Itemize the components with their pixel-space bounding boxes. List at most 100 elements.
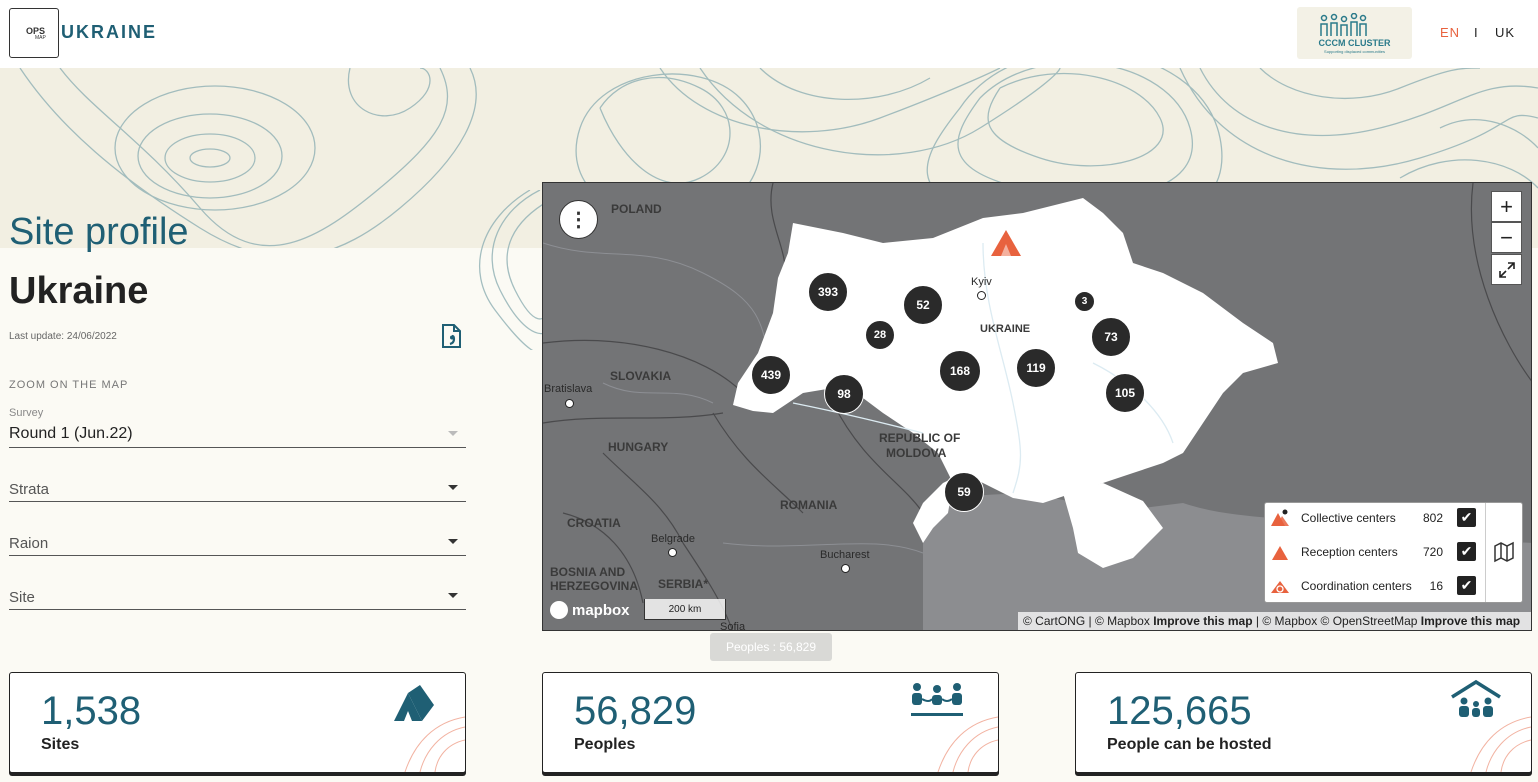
label-sofia: Sofia	[720, 621, 746, 631]
mapbox-logo-icon	[550, 601, 568, 619]
label-kyiv: Kyiv	[971, 276, 992, 288]
fullscreen-button[interactable]	[1491, 254, 1522, 285]
label-moldova-2: MOLDOVA	[886, 446, 947, 460]
legend-checkbox[interactable]: ✔	[1457, 508, 1476, 527]
attribution-text: © CartONG | © Mapbox	[1023, 614, 1150, 628]
chevron-down-icon	[448, 539, 458, 544]
legend-count: 720	[1422, 545, 1443, 559]
cluster-marker[interactable]: 168	[939, 350, 981, 392]
cluster-marker[interactable]: 73	[1091, 317, 1131, 357]
cluster-marker[interactable]: 59	[944, 472, 984, 512]
legend-label: Collective centers	[1301, 511, 1396, 525]
page-title: Site profile	[9, 211, 189, 253]
label-bratislava: Bratislava	[544, 383, 593, 395]
cluster-marker[interactable]: 98	[824, 374, 864, 414]
legend-label: Coordination centers	[1301, 579, 1412, 593]
cluster-marker[interactable]: 393	[808, 272, 848, 312]
cluster-marker[interactable]: 439	[751, 355, 791, 395]
map-legend: Collective centers 802 ✔ Reception cente…	[1264, 502, 1523, 603]
download-report-icon[interactable]	[440, 324, 462, 348]
reception-center-marker-icon[interactable]	[989, 228, 1023, 258]
zoom-in-button[interactable]: +	[1491, 191, 1522, 222]
last-update-text: Last update: 24/06/2022	[9, 331, 117, 342]
stat-value: 56,829	[574, 689, 697, 733]
strata-select[interactable]: Strata	[9, 472, 466, 502]
card-decoration	[937, 716, 998, 772]
stat-card-hosted: 125,665 People can be hosted	[1075, 672, 1532, 773]
attribution-text: | © Mapbox © OpenStreetMap	[1255, 614, 1418, 628]
cluster-marker[interactable]: 3	[1074, 291, 1095, 312]
label-hungary: HUNGARY	[608, 440, 669, 454]
cccm-figures-icon	[1320, 13, 1367, 36]
label-bosnia-2: HERZEGOVINA	[550, 579, 639, 593]
legend-divider	[1485, 503, 1486, 602]
survey-value: Round 1 (Jun.22)	[9, 425, 133, 442]
country-name: Ukraine	[9, 270, 149, 312]
label-romania: ROMANIA	[780, 498, 838, 512]
stat-label: Peoples	[574, 736, 636, 753]
lang-uk-link[interactable]: UK	[1495, 25, 1515, 40]
reception-center-icon	[1272, 546, 1288, 560]
card-decoration	[1470, 716, 1531, 772]
survey-select[interactable]: Survey Round 1 (Jun.22)	[9, 406, 466, 448]
stat-label: People can be hosted	[1107, 736, 1272, 753]
improve-map-link[interactable]: Improve this map	[1421, 614, 1520, 628]
header: OPS MAP UKRAINE CCCM CLUSTER Supporting …	[0, 0, 1538, 68]
basemap-toggle-icon[interactable]	[1493, 541, 1515, 563]
chevron-down-icon	[448, 431, 458, 436]
chevron-down-icon	[448, 593, 458, 598]
cccm-cluster-logo[interactable]: CCCM CLUSTER Supporting displaced commun…	[1297, 7, 1412, 59]
cluster-marker[interactable]: 52	[903, 285, 943, 325]
label-bucharest: Bucharest	[820, 549, 870, 561]
label-moldova-1: REPUBLIC OF	[879, 431, 961, 445]
capital-marker	[841, 564, 850, 573]
lang-en-link[interactable]: EN	[1440, 25, 1460, 40]
raion-select[interactable]: Raion	[9, 526, 466, 556]
label-bosnia-1: BOSNIA AND	[550, 565, 626, 579]
map-menu-button[interactable]: ⋮	[559, 200, 598, 239]
cluster-marker[interactable]: 119	[1016, 348, 1056, 388]
label-poland: POLAND	[611, 202, 662, 216]
legend-checkbox[interactable]: ✔	[1457, 576, 1476, 595]
label-ukraine: UKRAINE	[980, 323, 1031, 335]
map-scale: 200 km	[644, 599, 726, 620]
coordination-center-icon	[1271, 581, 1289, 593]
stat-value: 125,665	[1107, 689, 1252, 733]
legend-label: Reception centers	[1301, 545, 1398, 559]
label-serbia: SERBIA*	[658, 577, 709, 591]
card-decoration	[404, 716, 465, 772]
legend-count: 802	[1422, 511, 1443, 525]
capital-marker	[977, 291, 986, 300]
raion-placeholder: Raion	[9, 535, 49, 552]
survey-label: Survey	[9, 407, 44, 419]
cccm-title: CCCM CLUSTER	[1318, 38, 1391, 48]
topographic-accent	[479, 190, 550, 350]
zoom-section-label: ZOOM ON THE MAP	[9, 379, 129, 391]
site-placeholder: Site	[9, 589, 35, 606]
mapbox-logo[interactable]: mapbox	[550, 601, 630, 619]
logo-map-text: MAP	[35, 35, 46, 41]
legend-item-collective[interactable]: Collective centers 802 ✔	[1265, 504, 1485, 532]
stat-card-sites: 1,538 Sites	[9, 672, 466, 773]
stat-card-peoples: 56,829 Peoples	[542, 672, 999, 773]
site-select[interactable]: Site	[9, 580, 466, 610]
mapbox-wordmark: mapbox	[572, 601, 630, 619]
capital-marker	[668, 548, 677, 557]
cluster-marker[interactable]: 28	[865, 320, 895, 350]
map-container[interactable]: POLAND SLOVAKIA HUNGARY REPUBLIC OF MOLD…	[542, 182, 1532, 631]
strata-placeholder: Strata	[9, 481, 50, 498]
cluster-marker[interactable]: 105	[1105, 373, 1145, 413]
stat-value: 1,538	[41, 689, 142, 733]
lang-separator: I	[1474, 25, 1479, 40]
stat-label: Sites	[41, 736, 80, 753]
logo-title[interactable]: UKRAINE	[61, 22, 157, 43]
collective-center-icon	[1271, 509, 1289, 526]
label-croatia: CROATIA	[567, 516, 621, 530]
cccm-subtitle: Supporting displaced communities	[1324, 49, 1385, 54]
legend-item-reception[interactable]: Reception centers 720 ✔	[1265, 538, 1485, 566]
legend-item-coordination[interactable]: Coordination centers 16 ✔	[1265, 572, 1485, 600]
chevron-down-icon	[448, 485, 458, 490]
zoom-out-button[interactable]: −	[1491, 222, 1522, 253]
legend-checkbox[interactable]: ✔	[1457, 542, 1476, 561]
improve-map-link[interactable]: Improve this map	[1153, 614, 1252, 628]
